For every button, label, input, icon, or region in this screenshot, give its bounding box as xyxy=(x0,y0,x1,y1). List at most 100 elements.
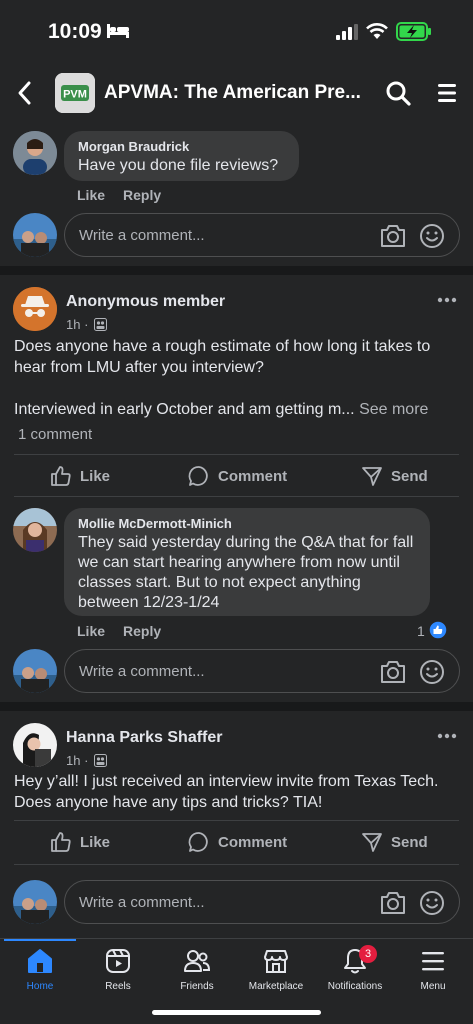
sleep-focus-icon xyxy=(107,24,129,38)
my-avatar[interactable] xyxy=(13,880,57,924)
send-label: Send xyxy=(391,833,428,851)
post-time: 1h · xyxy=(66,753,89,768)
commenter-avatar[interactable] xyxy=(13,508,57,552)
poster-avatar[interactable] xyxy=(13,723,57,767)
notification-badge: 3 xyxy=(359,945,377,963)
comment-count[interactable]: 1 comment xyxy=(18,426,92,443)
marketplace-icon xyxy=(264,950,288,973)
emoji-icon[interactable] xyxy=(419,659,445,685)
friends-icon xyxy=(184,950,211,972)
emoji-icon[interactable] xyxy=(419,890,445,916)
battery-charging-icon xyxy=(396,22,431,41)
group-logo-image: PVM xyxy=(55,73,95,113)
tab-menu[interactable]: Menu xyxy=(393,947,473,992)
comment-input[interactable]: Write a comment... xyxy=(64,649,460,693)
post-text-para1: Does anyone have a rough estimate of how… xyxy=(14,338,431,376)
more-options-icon[interactable] xyxy=(437,297,457,303)
comment-like-link[interactable]: Like xyxy=(77,623,105,639)
my-avatar[interactable] xyxy=(13,649,57,693)
status-bar: 10:09 xyxy=(0,0,473,62)
like-button[interactable]: Like xyxy=(50,831,110,853)
tab-reels[interactable]: Reels xyxy=(78,947,158,992)
comment-text: They said yesterday during the Q&A that … xyxy=(78,534,414,611)
tab-marketplace[interactable]: Marketplace xyxy=(236,947,316,992)
more-options-icon[interactable] xyxy=(437,733,457,739)
thumbs-up-icon xyxy=(51,466,71,486)
anonymous-avatar[interactable] xyxy=(13,287,57,331)
send-icon xyxy=(362,833,382,852)
comment-button[interactable]: Comment xyxy=(188,465,287,487)
comment-author[interactable]: Mollie McDermott-Minich xyxy=(78,516,416,531)
reaction-count[interactable]: 1 xyxy=(417,623,425,639)
tab-home-label: Home xyxy=(26,981,54,992)
post-author[interactable]: Anonymous member xyxy=(66,293,225,311)
send-label: Send xyxy=(391,467,428,485)
comment-input[interactable]: Write a comment... xyxy=(64,213,460,257)
tab-menu-label: Menu xyxy=(420,981,446,992)
like-label: Like xyxy=(80,833,111,851)
group-audience-icon xyxy=(94,318,107,331)
home-icon xyxy=(28,949,52,973)
reels-icon xyxy=(106,949,130,973)
comment-bubble[interactable]: Morgan Braudrick Have you done file revi… xyxy=(64,131,299,181)
send-button[interactable]: Send xyxy=(361,465,428,487)
comment-button[interactable]: Comment xyxy=(188,831,287,853)
cellular-signal-icon xyxy=(336,24,358,40)
comment-reply-link[interactable]: Reply xyxy=(123,623,161,639)
group-title[interactable]: APVMA: The American Pre... xyxy=(104,82,361,104)
separator xyxy=(14,496,459,497)
comment-input-placeholder: Write a comment... xyxy=(79,663,205,680)
post-time-text: 1h xyxy=(66,317,81,332)
see-more-link[interactable]: See more xyxy=(359,401,428,418)
send-button[interactable]: Send xyxy=(361,831,428,853)
comment-input-placeholder: Write a comment... xyxy=(79,894,205,911)
menu-icon xyxy=(422,952,444,971)
camera-icon[interactable] xyxy=(379,659,407,685)
active-tab-indicator xyxy=(4,939,76,941)
post-text-truncated: Interviewed in early October and am gett… xyxy=(14,401,355,418)
back-chevron-icon[interactable] xyxy=(14,80,36,106)
like-reaction-icon[interactable] xyxy=(428,620,448,640)
tab-reels-label: Reels xyxy=(105,981,131,992)
status-time: 10:09 xyxy=(48,20,102,43)
like-label: Like xyxy=(80,467,111,485)
comment-like-link[interactable]: Like xyxy=(77,187,105,203)
post-text-para2: Interviewed in early October and am gett… xyxy=(14,399,459,420)
post-body: Does anyone have a rough estimate of how… xyxy=(14,336,459,420)
tab-friends[interactable]: Friends xyxy=(157,947,237,992)
commenter-avatar[interactable] xyxy=(13,131,57,175)
separator xyxy=(14,454,459,455)
comment-author[interactable]: Morgan Braudrick xyxy=(78,139,285,154)
separator xyxy=(14,820,459,821)
search-icon[interactable] xyxy=(385,80,411,106)
post-body: Hey y’all! I just received an interview … xyxy=(14,773,439,811)
wifi-icon xyxy=(366,23,388,39)
group-logo[interactable]: PVM xyxy=(55,73,95,113)
hamburger-menu-icon[interactable] xyxy=(436,82,458,104)
post-time-text: 1h xyxy=(66,753,81,768)
post-divider xyxy=(0,266,473,275)
comment-label: Comment xyxy=(218,833,288,851)
my-avatar[interactable] xyxy=(13,213,57,257)
post-author[interactable]: Hanna Parks Shaffer xyxy=(66,729,223,747)
comment-input[interactable]: Write a comment... xyxy=(64,880,460,924)
separator xyxy=(14,864,459,865)
tab-notifications[interactable]: 3 Notifications xyxy=(315,945,395,992)
camera-icon[interactable] xyxy=(379,890,407,916)
group-audience-icon xyxy=(94,754,107,767)
post-time: 1h · xyxy=(66,317,89,332)
home-indicator xyxy=(152,1010,321,1015)
like-button[interactable]: Like xyxy=(50,465,110,487)
tab-friends-label: Friends xyxy=(180,981,214,992)
tab-notifications-label: Notifications xyxy=(327,981,383,992)
emoji-icon[interactable] xyxy=(419,223,445,249)
comment-reply-link[interactable]: Reply xyxy=(123,187,161,203)
tab-home[interactable]: Home xyxy=(0,947,80,992)
camera-icon[interactable] xyxy=(379,223,407,249)
comment-bubble[interactable]: Mollie McDermott-Minich They said yester… xyxy=(64,508,430,616)
anonymous-member-icon xyxy=(13,287,57,331)
comment-bubble-icon xyxy=(188,832,208,852)
thumbs-up-icon xyxy=(51,832,71,852)
comment-text: Have you done file reviews? xyxy=(78,157,279,174)
send-icon xyxy=(362,467,382,486)
